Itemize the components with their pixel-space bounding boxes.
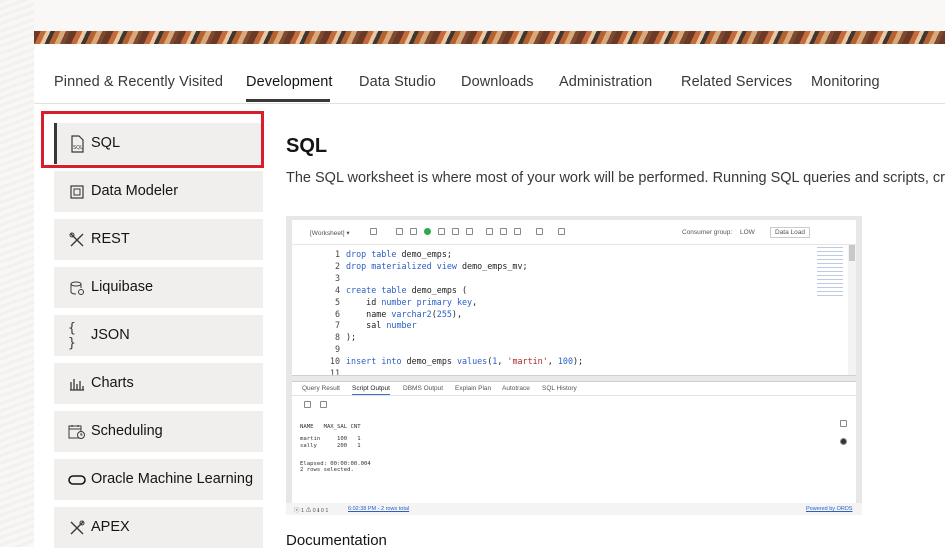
code-editor: 1 drop table demo_emps; 2 drop materialized… <box>292 245 856 378</box>
tab-administration[interactable]: Administration <box>559 74 652 90</box>
ml-pill-icon <box>68 471 86 489</box>
trash-icon <box>558 228 565 235</box>
tools-icon <box>68 231 86 249</box>
sidebar-item-data-modeler[interactable]: Data Modeler <box>54 171 263 212</box>
code-line: name varchar2(255), <box>366 308 463 319</box>
page-background-top <box>0 0 945 31</box>
code-line: drop materialized view demo_emps_mv; <box>346 260 528 271</box>
code-line: id number primary key, <box>366 296 478 307</box>
bar-chart-icon <box>68 375 86 393</box>
execute-icon <box>424 228 431 235</box>
active-tab-indicator <box>246 99 330 102</box>
tab-pinned-recently-visited[interactable]: Pinned & Recently Visited <box>54 74 223 90</box>
explain-icon <box>452 228 459 235</box>
line-number: 2 <box>334 260 340 271</box>
autotrace-icon <box>466 228 473 235</box>
sidebar-item-json[interactable]: { } JSON <box>54 315 263 356</box>
result-tab: DBMS Output <box>403 385 444 392</box>
liquibase-icon <box>68 279 86 297</box>
data-load-button: Data Load <box>770 227 810 238</box>
sidebar-item-apex[interactable]: APEX <box>54 507 263 548</box>
editor-minimap <box>817 247 843 297</box>
sidebar-item-label: Charts <box>91 375 134 391</box>
copy-icon <box>840 420 847 427</box>
status-counts: ⓧ 1 ⚠ 0 ℹ 0 1 <box>294 508 329 514</box>
page-description: The SQL worksheet is where most of your … <box>286 170 945 186</box>
tab-downloads[interactable]: Downloads <box>461 74 534 90</box>
format-icon <box>500 228 507 235</box>
page-background-left <box>0 0 34 547</box>
run-icon <box>370 228 377 235</box>
worksheet-selector: [Worksheet] ▾ <box>310 230 350 237</box>
result-tab: Script Output <box>352 385 390 395</box>
line-number: 8 <box>334 332 340 343</box>
code-line: insert into demo_emps values(1, 'martin'… <box>346 356 584 367</box>
line-number: 1 <box>334 249 340 259</box>
code-line: create table demo_emps ( <box>346 284 468 295</box>
worksheet-status-bar: ⓧ 1 ⚠ 0 ℹ 0 1 6:02:38 PM - 2 rows total … <box>286 503 862 515</box>
line-number: 7 <box>334 320 340 331</box>
sidebar-item-label: Liquibase <box>91 279 154 295</box>
line-number: 3 <box>334 272 340 283</box>
editor-scrollbar <box>848 245 856 375</box>
code-line: ); <box>346 332 357 343</box>
tab-bar: Pinned & Recently Visited Development Da… <box>34 62 945 104</box>
info-icon <box>840 438 847 445</box>
data-modeler-icon <box>68 183 86 201</box>
page-title: SQL <box>286 135 328 157</box>
code-line: drop table demo_emps; <box>346 249 452 259</box>
consumer-group-label: Consumer group: <box>682 229 733 236</box>
line-number: 6 <box>334 308 340 319</box>
download-icon <box>486 228 493 235</box>
save-icon <box>396 228 403 235</box>
refresh-icon <box>304 401 311 408</box>
sidebar-item-label: APEX <box>91 519 130 535</box>
script-icon <box>438 228 445 235</box>
sidebar-item-oracle-machine-learning[interactable]: Oracle Machine Learning <box>54 459 263 500</box>
font-case-icon <box>536 228 543 235</box>
json-braces-icon: { } <box>68 321 76 351</box>
tab-monitoring[interactable]: Monitoring <box>811 74 880 90</box>
sidebar-item-label: JSON <box>91 327 130 343</box>
line-number: 5 <box>334 296 340 307</box>
apex-tools-icon <box>68 519 86 537</box>
list-icon <box>514 228 521 235</box>
sidebar-item-rest[interactable]: REST <box>54 219 263 260</box>
tab-development[interactable]: Development <box>246 74 333 90</box>
result-tab: Autotrace <box>502 385 530 392</box>
sidebar-item-label: REST <box>91 231 130 247</box>
sidebar-item-liquibase[interactable]: Liquibase <box>54 267 263 308</box>
line-number: 9 <box>334 344 340 355</box>
calendar-clock-icon <box>68 423 86 441</box>
documentation-heading: Documentation <box>286 532 387 549</box>
worksheet-toolbar: [Worksheet] ▾ Consumer group: LOW Data L… <box>292 220 856 245</box>
selection-highlight-box <box>41 111 264 168</box>
code-line: sal number <box>366 320 417 331</box>
decorative-banner <box>34 31 945 44</box>
consumer-group-value: LOW <box>740 229 755 236</box>
worksheet-panel: [Worksheet] ▾ Consumer group: LOW Data L… <box>292 220 856 505</box>
tab-data-studio[interactable]: Data Studio <box>359 74 436 90</box>
sidebar-item-label: Scheduling <box>91 423 163 439</box>
tab-related-services[interactable]: Related Services <box>681 74 792 90</box>
sql-worksheet-screenshot: [Worksheet] ▾ Consumer group: LOW Data L… <box>286 216 862 515</box>
sidebar-item-scheduling[interactable]: Scheduling <box>54 411 263 452</box>
status-time: 6:02:38 PM - 2 rows total <box>348 506 410 512</box>
line-number: 4 <box>334 284 340 295</box>
powered-by-ords: Powered by ORDS <box>806 506 853 512</box>
result-tabs: Query Result Script Output DBMS Output Expl… <box>292 381 856 396</box>
sidebar-item-label: Data Modeler <box>91 183 179 199</box>
result-tab: Explain Plan <box>455 385 492 392</box>
download-output-icon <box>320 401 327 408</box>
result-tab: SQL History <box>542 385 577 392</box>
sidebar-item-charts[interactable]: Charts <box>54 363 263 404</box>
line-number: 10 <box>329 356 340 367</box>
open-icon <box>410 228 417 235</box>
sidebar-item-label: Oracle Machine Learning <box>91 471 254 487</box>
result-tab: Query Result <box>302 385 340 392</box>
script-output-text: NAME MAX_SAL CNT martin 100 1 sally 200 … <box>300 424 371 474</box>
